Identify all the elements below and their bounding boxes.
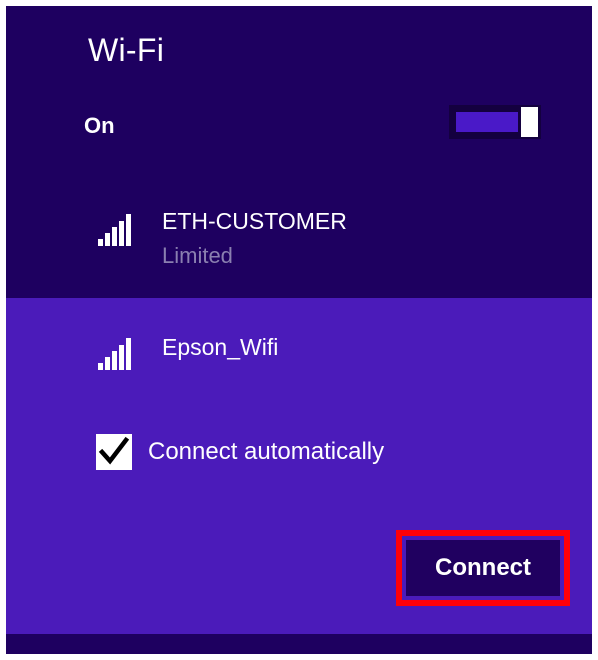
wifi-signal-icon: [98, 338, 132, 370]
wifi-toggle-track: [456, 112, 518, 132]
wifi-toggle-thumb[interactable]: [521, 107, 538, 137]
network-name: Epson_Wifi: [162, 334, 279, 360]
checkmark-icon: [98, 436, 130, 465]
highlight-frame: Connect: [396, 530, 570, 606]
panel-title: Wi-Fi: [88, 32, 165, 68]
wifi-toggle-label: On: [84, 113, 115, 138]
connect-automatically-checkbox[interactable]: [96, 434, 132, 470]
wifi-signal-icon: [98, 214, 132, 246]
panel-bottom-strip: [6, 634, 592, 654]
connect-automatically-label[interactable]: Connect automatically: [148, 438, 384, 466]
network-status: Limited: [162, 243, 233, 268]
wifi-flyout-panel: Wi-Fi On ETH-CUSTOMER Limited Epson_Wifi: [6, 6, 592, 654]
wifi-toggle[interactable]: [449, 105, 541, 139]
network-name: ETH-CUSTOMER: [162, 208, 347, 234]
network-item-epson-wifi[interactable]: Epson_Wifi Connect automatically Connect: [6, 298, 592, 634]
connect-button[interactable]: Connect: [406, 540, 560, 596]
network-item-eth-customer[interactable]: ETH-CUSTOMER Limited: [6, 186, 592, 296]
